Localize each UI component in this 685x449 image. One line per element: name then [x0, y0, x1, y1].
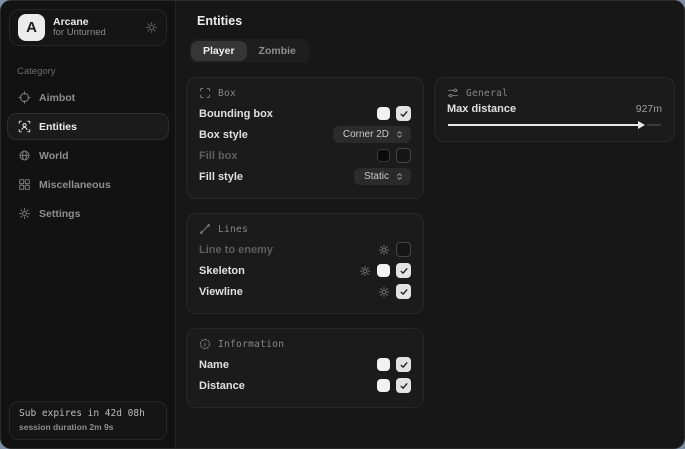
box-card: Box Bounding box Box style: [186, 77, 424, 199]
color-swatch[interactable]: [377, 358, 390, 371]
distance-checkbox[interactable]: [396, 378, 411, 393]
sliders-icon: [447, 87, 459, 99]
setting-row-max-distance: Max distance 927m: [447, 103, 662, 115]
grid-icon: [18, 178, 31, 191]
tab-player[interactable]: Player: [191, 41, 247, 61]
setting-label: Fill style: [199, 171, 243, 183]
sidebar-item-label: Entities: [39, 121, 77, 133]
gear-icon[interactable]: [378, 286, 390, 298]
skeleton-checkbox[interactable]: [396, 263, 411, 278]
chevron-up-down-icon: [395, 129, 404, 140]
slider-fill: [448, 124, 639, 126]
globe-icon: [18, 149, 31, 162]
sidebar-item-label: Miscellaneous: [39, 179, 111, 191]
select-value: Static: [364, 171, 389, 182]
sidebar-item-world[interactable]: World: [7, 142, 169, 169]
color-swatch[interactable]: [377, 107, 390, 120]
app-logo: A: [18, 14, 45, 41]
sidebar-item-entities[interactable]: Entities: [7, 113, 169, 140]
setting-row-fill-style: Fill style Static: [199, 166, 411, 187]
setting-row-viewline: Viewline: [199, 281, 411, 302]
max-distance-value: 927m: [636, 103, 662, 115]
setting-row-distance: Distance: [199, 375, 411, 396]
sidebar-item-label: Settings: [39, 208, 80, 220]
sidebar-nav: Aimbot Entities World: [1, 83, 175, 228]
setting-label: Line to enemy: [199, 244, 273, 256]
sidebar: A Arcane for Unturned Category A: [1, 1, 176, 448]
setting-row-skeleton: Skeleton: [199, 260, 411, 281]
info-icon: [199, 338, 211, 350]
setting-label: Skeleton: [199, 265, 245, 277]
page-title: Entities: [197, 14, 675, 28]
sidebar-item-aimbot[interactable]: Aimbot: [7, 84, 169, 111]
tab-zombie[interactable]: Zombie: [247, 41, 308, 61]
gear-icon[interactable]: [378, 244, 390, 256]
information-card: Information Name Distance: [186, 328, 424, 408]
setting-label: Distance: [199, 380, 245, 392]
setting-label: Name: [199, 359, 229, 371]
app-header-card: A Arcane for Unturned: [9, 9, 167, 46]
general-card: General Max distance 927m: [434, 77, 675, 142]
box-style-select[interactable]: Corner 2D: [333, 126, 411, 143]
sidebar-item-miscellaneous[interactable]: Miscellaneous: [7, 171, 169, 198]
card-title: Information: [218, 339, 284, 350]
name-checkbox[interactable]: [396, 357, 411, 372]
line-to-enemy-checkbox[interactable]: [396, 242, 411, 257]
color-swatch[interactable]: [377, 264, 390, 277]
setting-label: Box style: [199, 129, 248, 141]
max-distance-slider[interactable]: [447, 120, 662, 130]
sub-expiry-text: Sub expires in 42d 08h: [19, 408, 157, 419]
box-corners-icon: [199, 87, 211, 99]
chevron-up-down-icon: [395, 171, 404, 182]
session-duration-text: session duration 2m 9s: [19, 422, 157, 432]
setting-label: Max distance: [447, 103, 516, 115]
person-scan-icon: [18, 120, 31, 133]
setting-row-line-to-enemy: Line to enemy: [199, 239, 411, 260]
app-window: A Arcane for Unturned Category A: [0, 0, 685, 449]
setting-label: Bounding box: [199, 108, 273, 120]
entity-tabs: Player Zombie: [189, 39, 310, 63]
main-panel: Entities Player Zombie Box: [176, 1, 684, 448]
gear-icon[interactable]: [359, 265, 371, 277]
diagonal-line-icon: [199, 223, 211, 235]
select-value: Corner 2D: [343, 129, 389, 140]
slider-thumb[interactable]: [638, 121, 645, 129]
color-swatch[interactable]: [377, 379, 390, 392]
category-label: Category: [17, 66, 159, 77]
setting-label: Fill box: [199, 150, 238, 162]
lines-card: Lines Line to enemy: [186, 213, 424, 314]
viewline-checkbox[interactable]: [396, 284, 411, 299]
gear-icon[interactable]: [145, 21, 158, 34]
sidebar-item-label: World: [39, 150, 69, 162]
app-subtitle: for Unturned: [53, 28, 137, 39]
crosshair-icon: [18, 91, 31, 104]
card-title: General: [466, 88, 508, 99]
setting-row-box-style: Box style Corner 2D: [199, 124, 411, 145]
sidebar-item-label: Aimbot: [39, 92, 75, 104]
setting-label: Viewline: [199, 286, 243, 298]
fill-box-checkbox[interactable]: [396, 148, 411, 163]
slider-track: [647, 124, 661, 126]
card-title: Box: [218, 88, 236, 99]
sidebar-item-settings[interactable]: Settings: [7, 200, 169, 227]
fill-style-select[interactable]: Static: [354, 168, 411, 185]
bounding-box-checkbox[interactable]: [396, 106, 411, 121]
color-swatch[interactable]: [377, 149, 390, 162]
setting-row-fill-box: Fill box: [199, 145, 411, 166]
card-title: Lines: [218, 224, 248, 235]
subscription-card: Sub expires in 42d 08h session duration …: [9, 401, 167, 440]
setting-row-name: Name: [199, 354, 411, 375]
setting-row-bounding-box: Bounding box: [199, 103, 411, 124]
gear-icon: [18, 207, 31, 220]
